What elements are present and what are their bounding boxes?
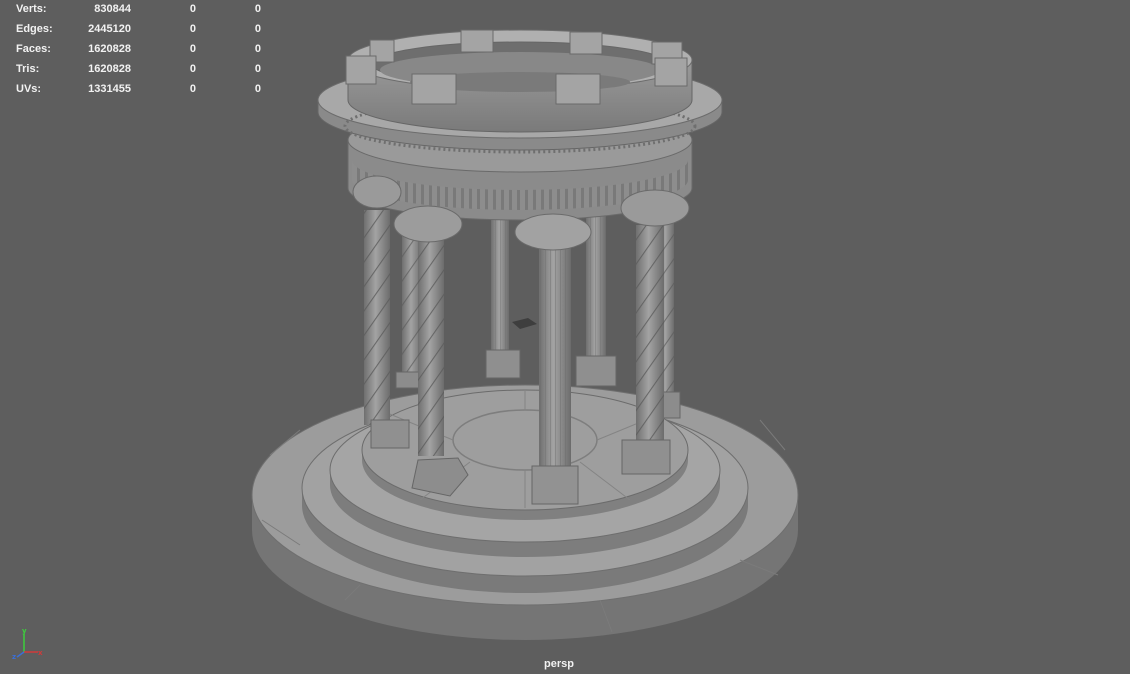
hud-value-selected: 0 xyxy=(189,63,196,75)
view-axis-gizmo: y x z xyxy=(12,627,43,661)
hud-label: Faces: xyxy=(16,43,51,55)
hud-value-triangles: 0 xyxy=(254,3,261,15)
hud-value-selected: 0 xyxy=(189,43,196,55)
hud-value-triangles: 0 xyxy=(254,43,261,55)
hud-value-selected: 0 xyxy=(189,3,196,15)
camera-name-label: persp xyxy=(544,658,574,670)
hud-value-total: 2445120 xyxy=(88,23,131,35)
hud-label: Edges: xyxy=(16,23,53,35)
hud-label: UVs: xyxy=(16,83,42,95)
gazebo-base-steps xyxy=(251,384,799,640)
hud-value-total: 1620828 xyxy=(88,63,131,75)
x-axis-label: x xyxy=(38,649,43,657)
hud-label: Tris: xyxy=(16,63,40,75)
hud-value-triangles: 0 xyxy=(254,83,261,95)
interior-cube xyxy=(512,318,537,329)
hud-value-total: 830844 xyxy=(94,3,131,15)
hud-value-selected: 0 xyxy=(189,23,196,35)
hud-value-selected: 0 xyxy=(189,83,196,95)
viewport-panel[interactable]: Verts: 830844 0 0 Edges: 2445120 0 0 Fac… xyxy=(0,0,1130,674)
gazebo-model-mesh[interactable] xyxy=(0,0,1130,674)
hud-value-triangles: 0 xyxy=(254,23,261,35)
hud-value-total: 1620828 xyxy=(88,43,131,55)
hud-value-total: 1331455 xyxy=(88,83,131,95)
z-axis-line xyxy=(16,651,25,658)
y-axis-label: y xyxy=(22,627,27,635)
hud-label: Verts: xyxy=(16,3,47,15)
hud-value-triangles: 0 xyxy=(254,63,261,75)
